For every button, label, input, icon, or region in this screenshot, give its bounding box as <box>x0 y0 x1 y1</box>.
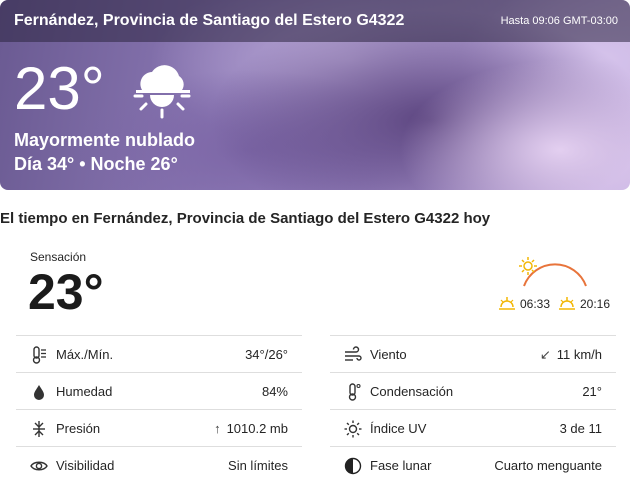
detail-label: Presión <box>56 421 101 436</box>
detail-value: ↑ 1010.2 mb <box>214 421 288 436</box>
detail-value: 34°/26° <box>245 347 288 362</box>
detail-row-uv-index: Índice UV 3 de 11 <box>330 409 616 446</box>
detail-label: Visibilidad <box>56 458 115 473</box>
detail-row-dew-point: Condensación 21° <box>330 372 616 409</box>
sunset-time: 20:16 <box>580 297 611 311</box>
current-conditions-card: Fernández, Provincia de Santiago del Est… <box>0 0 630 190</box>
wind-direction-arrow-icon: ↙ <box>539 347 551 362</box>
detail-label: Fase lunar <box>370 458 432 473</box>
sunrise-time: 06:33 <box>520 297 551 311</box>
wind-value: 11 km/h <box>556 347 602 362</box>
detail-row-visibility: Visibilidad Sin límites <box>16 446 302 483</box>
detail-value: 21° <box>582 384 602 399</box>
details-list-left: Máx./Mín. 34°/26° Humedad 84% Presión ↑ 1… <box>16 335 302 483</box>
today-heading: El tiempo en Fernández, Provincia de San… <box>0 210 491 227</box>
dew-point-icon <box>344 383 362 401</box>
detail-row-high-low: Máx./Mín. 34°/26° <box>16 335 302 372</box>
feels-like-value: 23° <box>28 264 104 320</box>
detail-label: Máx./Mín. <box>56 347 114 362</box>
humidity-drop-icon <box>30 383 48 401</box>
detail-row-pressure: Presión ↑ 1010.2 mb <box>16 409 302 446</box>
moon-phase-icon <box>344 457 362 475</box>
uv-sun-icon <box>344 420 362 438</box>
pressure-icon <box>30 420 48 438</box>
detail-row-humidity: Humedad 84% <box>16 372 302 409</box>
detail-label: Índice UV <box>370 421 427 436</box>
feels-like-label: Sensación <box>30 250 87 264</box>
detail-row-wind: Viento ↙ 11 km/h <box>330 335 616 372</box>
detail-row-moon-phase: Fase lunar Cuarto menguante <box>330 446 616 483</box>
sunrise-icon <box>498 296 516 317</box>
partly-cloudy-day-icon <box>128 54 196 129</box>
location-title: Fernández, Provincia de Santiago del Est… <box>14 12 405 29</box>
observation-time: Hasta 09:06 GMT-03:00 <box>500 15 618 27</box>
detail-label: Viento <box>370 347 407 362</box>
detail-label: Condensación <box>370 384 454 399</box>
thermometer-icon <box>30 346 48 364</box>
detail-value: Sin límites <box>228 458 288 473</box>
detail-value: 84% <box>261 384 288 399</box>
detail-value: ↙ 11 km/h <box>540 347 602 363</box>
detail-value: Cuarto menguante <box>494 458 602 473</box>
sunset-icon <box>558 296 576 317</box>
details-list-right: Viento ↙ 11 km/h Condensación 21° Índice … <box>330 335 616 483</box>
current-temperature: 23° <box>14 55 105 122</box>
visibility-eye-icon <box>30 457 48 475</box>
wind-icon <box>344 346 362 364</box>
weather-phrase: Mayormente nublado <box>14 130 196 150</box>
pressure-value: 1010.2 mb <box>226 421 288 436</box>
pressure-trend-arrow-icon: ↑ <box>214 421 221 436</box>
day-night-temps: Día 34° • Noche 26° <box>14 154 178 174</box>
detail-label: Humedad <box>56 384 113 399</box>
detail-value: 3 de 11 <box>559 421 602 436</box>
